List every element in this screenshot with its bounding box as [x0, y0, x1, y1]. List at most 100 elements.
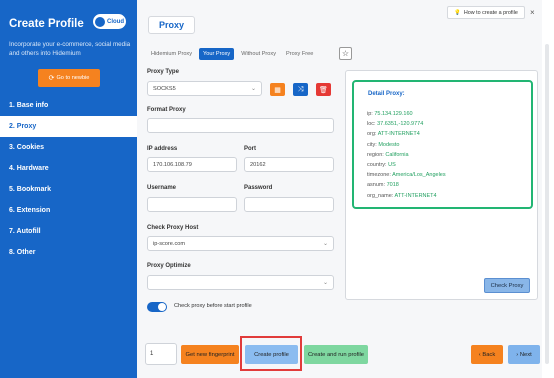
detail-line: timezone: America/Los_Angeles — [367, 170, 446, 180]
page-title: Proxy — [148, 16, 195, 34]
check-proxy-toggle[interactable] — [147, 302, 167, 312]
cloud-toggle-knob — [95, 16, 105, 27]
sidebar-item-cookies[interactable]: 3. Cookies — [0, 137, 137, 158]
cloud-toggle[interactable]: Cloud — [93, 14, 126, 29]
quantity-input[interactable]: 1 — [145, 343, 177, 365]
toggle-knob — [158, 303, 166, 311]
get-new-fingerprint-button[interactable]: Get new fingerprint — [181, 345, 239, 364]
detail-line: org_name: ATT-INTERNET4 — [367, 191, 446, 201]
sidebar-item-autofill[interactable]: 7. Autofill — [0, 221, 137, 242]
sidebar-item-proxy[interactable]: 2. Proxy — [0, 116, 137, 137]
lightbulb-icon: 💡 — [454, 9, 461, 16]
username-input[interactable] — [147, 197, 237, 212]
back-button[interactable]: ‹ Back — [471, 345, 503, 364]
check-proxy-host-select[interactable]: ip-score.com ⌄ — [147, 236, 334, 251]
detail-value: Modesto — [378, 141, 400, 148]
detail-value: 7018 — [386, 182, 399, 189]
detail-value: California — [385, 151, 409, 158]
detail-value: US — [388, 162, 396, 169]
go-to-newbie-label: Go to newbie — [56, 75, 90, 81]
port-value: 20162 — [250, 161, 266, 168]
create-and-run-profile-button[interactable]: Create and run profile — [304, 345, 368, 364]
detail-value: 75.134.129.160 — [374, 111, 413, 117]
how-to-label: How to create a profile — [463, 9, 518, 16]
detail-key: country: — [367, 162, 387, 169]
next-label: Next — [519, 351, 532, 358]
tab-hidemium-proxy[interactable]: Hidemium Proxy — [148, 48, 195, 60]
go-to-newbie-button[interactable]: ⟳ Go to newbie — [38, 69, 100, 87]
detail-line: city: Modesto — [367, 140, 446, 150]
port-label: Port — [244, 146, 256, 152]
detail-value: ATT-INTERNET4 — [377, 131, 420, 138]
detail-key: city: — [367, 141, 377, 148]
next-button[interactable]: › Next — [508, 345, 540, 364]
table-icon: ▦ — [274, 86, 281, 94]
proxy-tabs: Hidemium Proxy Your Proxy Without Proxy … — [148, 48, 316, 60]
detail-line: region: California — [367, 150, 446, 160]
format-proxy-label: Format Proxy — [147, 107, 186, 113]
close-icon[interactable]: × — [530, 8, 535, 17]
detail-line: asnum: 7018 — [367, 180, 446, 190]
proxy-type-value: SOCKS5 — [153, 85, 176, 92]
check-proxy-button[interactable]: Check Proxy — [484, 278, 530, 293]
detail-key: region: — [367, 151, 384, 158]
ip-address-input[interactable]: 170.106.108.79 — [147, 157, 237, 172]
chevron-down-icon: ⌄ — [322, 241, 328, 247]
detail-line: org: ATT-INTERNET4 — [367, 129, 446, 139]
shuffle-icon: ⤨ — [297, 85, 304, 93]
detail-value: ATT-INTERNET4 — [394, 192, 437, 199]
password-label: Password — [244, 185, 273, 191]
detail-line: ip: 75.134.129.160 — [367, 109, 446, 119]
sidebar-item-other[interactable]: 8. Other — [0, 242, 137, 263]
refresh-icon: ⟳ — [48, 75, 55, 82]
chevron-down-icon: ⌄ — [250, 86, 256, 92]
proxy-optimize-select[interactable]: ⌄ — [147, 275, 334, 290]
sidebar: Create Profile Cloud Incorporate your e-… — [0, 0, 137, 378]
detail-key: org: — [367, 131, 377, 138]
sidebar-item-base-info[interactable]: 1. Base info — [0, 95, 137, 116]
detail-line: loc: 37.6351,-120.9774 — [367, 119, 446, 129]
tab-proxy-free[interactable]: Proxy Free — [283, 48, 316, 60]
sidebar-item-extension[interactable]: 6. Extension — [0, 200, 137, 221]
detail-key: asnum: — [367, 182, 386, 189]
sidebar-nav: 1. Base info 2. Proxy 3. Cookies 4. Hard… — [0, 95, 137, 263]
tab-your-proxy[interactable]: Your Proxy — [199, 48, 235, 60]
detail-proxy-lines: ip: 75.134.129.160 loc: 37.6351,-120.977… — [367, 109, 446, 201]
detail-key: ip: — [367, 111, 373, 117]
detail-line: country: US — [367, 160, 446, 170]
proxy-optimize-label: Proxy Optimize — [147, 263, 191, 269]
detail-value: 37.6351,-120.9774 — [377, 121, 424, 128]
password-input[interactable] — [244, 197, 334, 212]
proxy-list-button[interactable]: ▦ — [270, 83, 285, 96]
port-input[interactable]: 20162 — [244, 157, 334, 172]
cloud-toggle-label: Cloud — [107, 18, 124, 25]
scrollbar[interactable] — [545, 44, 549, 364]
ip-address-value: 170.106.108.79 — [153, 161, 192, 168]
how-to-create-profile-button[interactable]: 💡 How to create a profile — [447, 6, 525, 19]
format-proxy-input[interactable] — [147, 118, 334, 133]
detail-key: org_name: — [367, 192, 394, 199]
detail-key: loc: — [367, 121, 376, 128]
tab-without-proxy[interactable]: Without Proxy — [238, 48, 279, 60]
check-proxy-toggle-label: Check proxy before start profile — [174, 303, 252, 309]
username-label: Username — [147, 185, 177, 191]
detail-proxy-box: Detail Proxy: ip: 75.134.129.160 loc: 37… — [352, 80, 533, 209]
check-proxy-host-label: Check Proxy Host — [147, 225, 199, 231]
back-label: Back — [482, 351, 496, 358]
ip-address-label: IP address — [147, 146, 178, 152]
trash-icon: 🗑 — [319, 86, 328, 94]
shuffle-button[interactable]: ⤨ — [293, 83, 308, 96]
detail-proxy-title: Detail Proxy: — [368, 91, 405, 97]
detail-value: America/Los_Angeles — [392, 172, 446, 179]
proxy-type-label: Proxy Type — [147, 69, 179, 75]
proxy-type-select[interactable]: SOCKS5 ⌄ — [147, 81, 262, 96]
chevron-down-icon: ⌄ — [322, 280, 328, 286]
highlight-box — [240, 336, 302, 371]
star-icon[interactable]: ☆ — [339, 47, 352, 60]
sidebar-item-bookmark[interactable]: 5. Bookmark — [0, 179, 137, 200]
sidebar-title: Create Profile — [9, 18, 84, 30]
check-proxy-host-value: ip-score.com — [153, 240, 186, 247]
delete-button[interactable]: 🗑 — [316, 83, 331, 96]
sidebar-description: Incorporate your e-commerce, social medi… — [9, 41, 131, 57]
sidebar-item-hardware[interactable]: 4. Hardware — [0, 158, 137, 179]
